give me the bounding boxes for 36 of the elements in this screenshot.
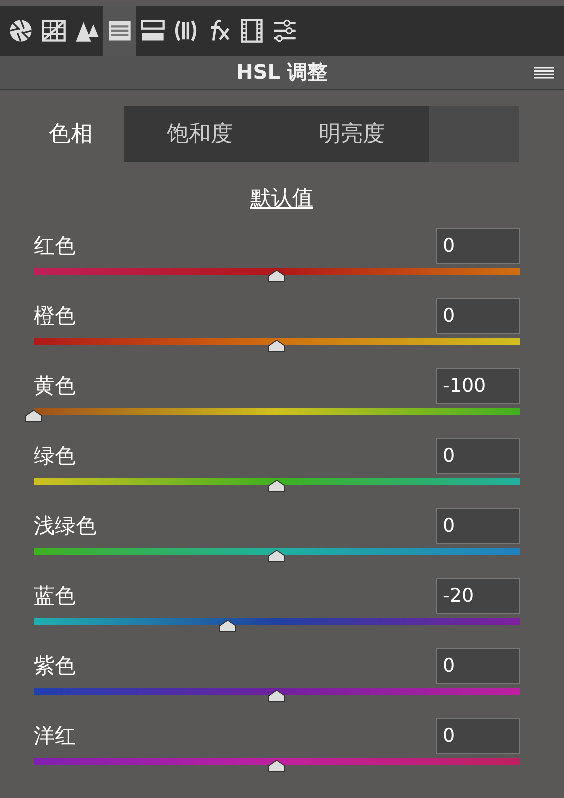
tab[interactable]: 饱和度: [124, 106, 276, 162]
value-field[interactable]: 0: [436, 508, 520, 544]
slider-label: 紫色: [34, 653, 76, 680]
slider-label: 洋红: [34, 723, 76, 750]
value-field[interactable]: 0: [436, 298, 520, 334]
value-field[interactable]: 0: [436, 228, 520, 264]
slider-label: 蓝色: [34, 583, 76, 610]
value-field[interactable]: 0: [436, 438, 520, 474]
default-link[interactable]: 默认值: [250, 184, 314, 212]
slider-label: 黄色: [34, 373, 76, 400]
aperture-icon: [8, 18, 34, 44]
slider-label: 红色: [34, 233, 76, 260]
slider-thumb[interactable]: [268, 690, 286, 702]
value-field[interactable]: -100: [436, 368, 520, 404]
menu-icon[interactable]: [534, 67, 554, 79]
sliders-icon: [272, 18, 298, 44]
film-strip-icon: [238, 18, 264, 44]
slider-label: 浅绿色: [34, 513, 97, 540]
slider-thumb[interactable]: [268, 340, 286, 352]
tab[interactable]: 明亮度: [276, 106, 428, 162]
slider-label: 绿色: [34, 443, 76, 470]
slider-label: 橙色: [34, 303, 76, 330]
slider-thumb[interactable]: [219, 620, 238, 632]
panel-title: HSL 调整: [236, 59, 328, 86]
grid-curve-icon: [40, 18, 66, 44]
split-bars-icon: [140, 18, 166, 44]
slider-thumb[interactable]: [25, 410, 43, 422]
stripes-tab[interactable]: [103, 6, 136, 56]
slider-thumb[interactable]: [268, 270, 286, 282]
value-field[interactable]: 0: [436, 648, 520, 684]
slider-thumb[interactable]: [268, 550, 286, 562]
value-field[interactable]: -20: [436, 578, 520, 614]
value-field[interactable]: 0: [436, 718, 520, 754]
slider-thumb[interactable]: [268, 480, 286, 492]
lens-icon: [172, 18, 198, 44]
slider-thumb[interactable]: [268, 760, 286, 772]
